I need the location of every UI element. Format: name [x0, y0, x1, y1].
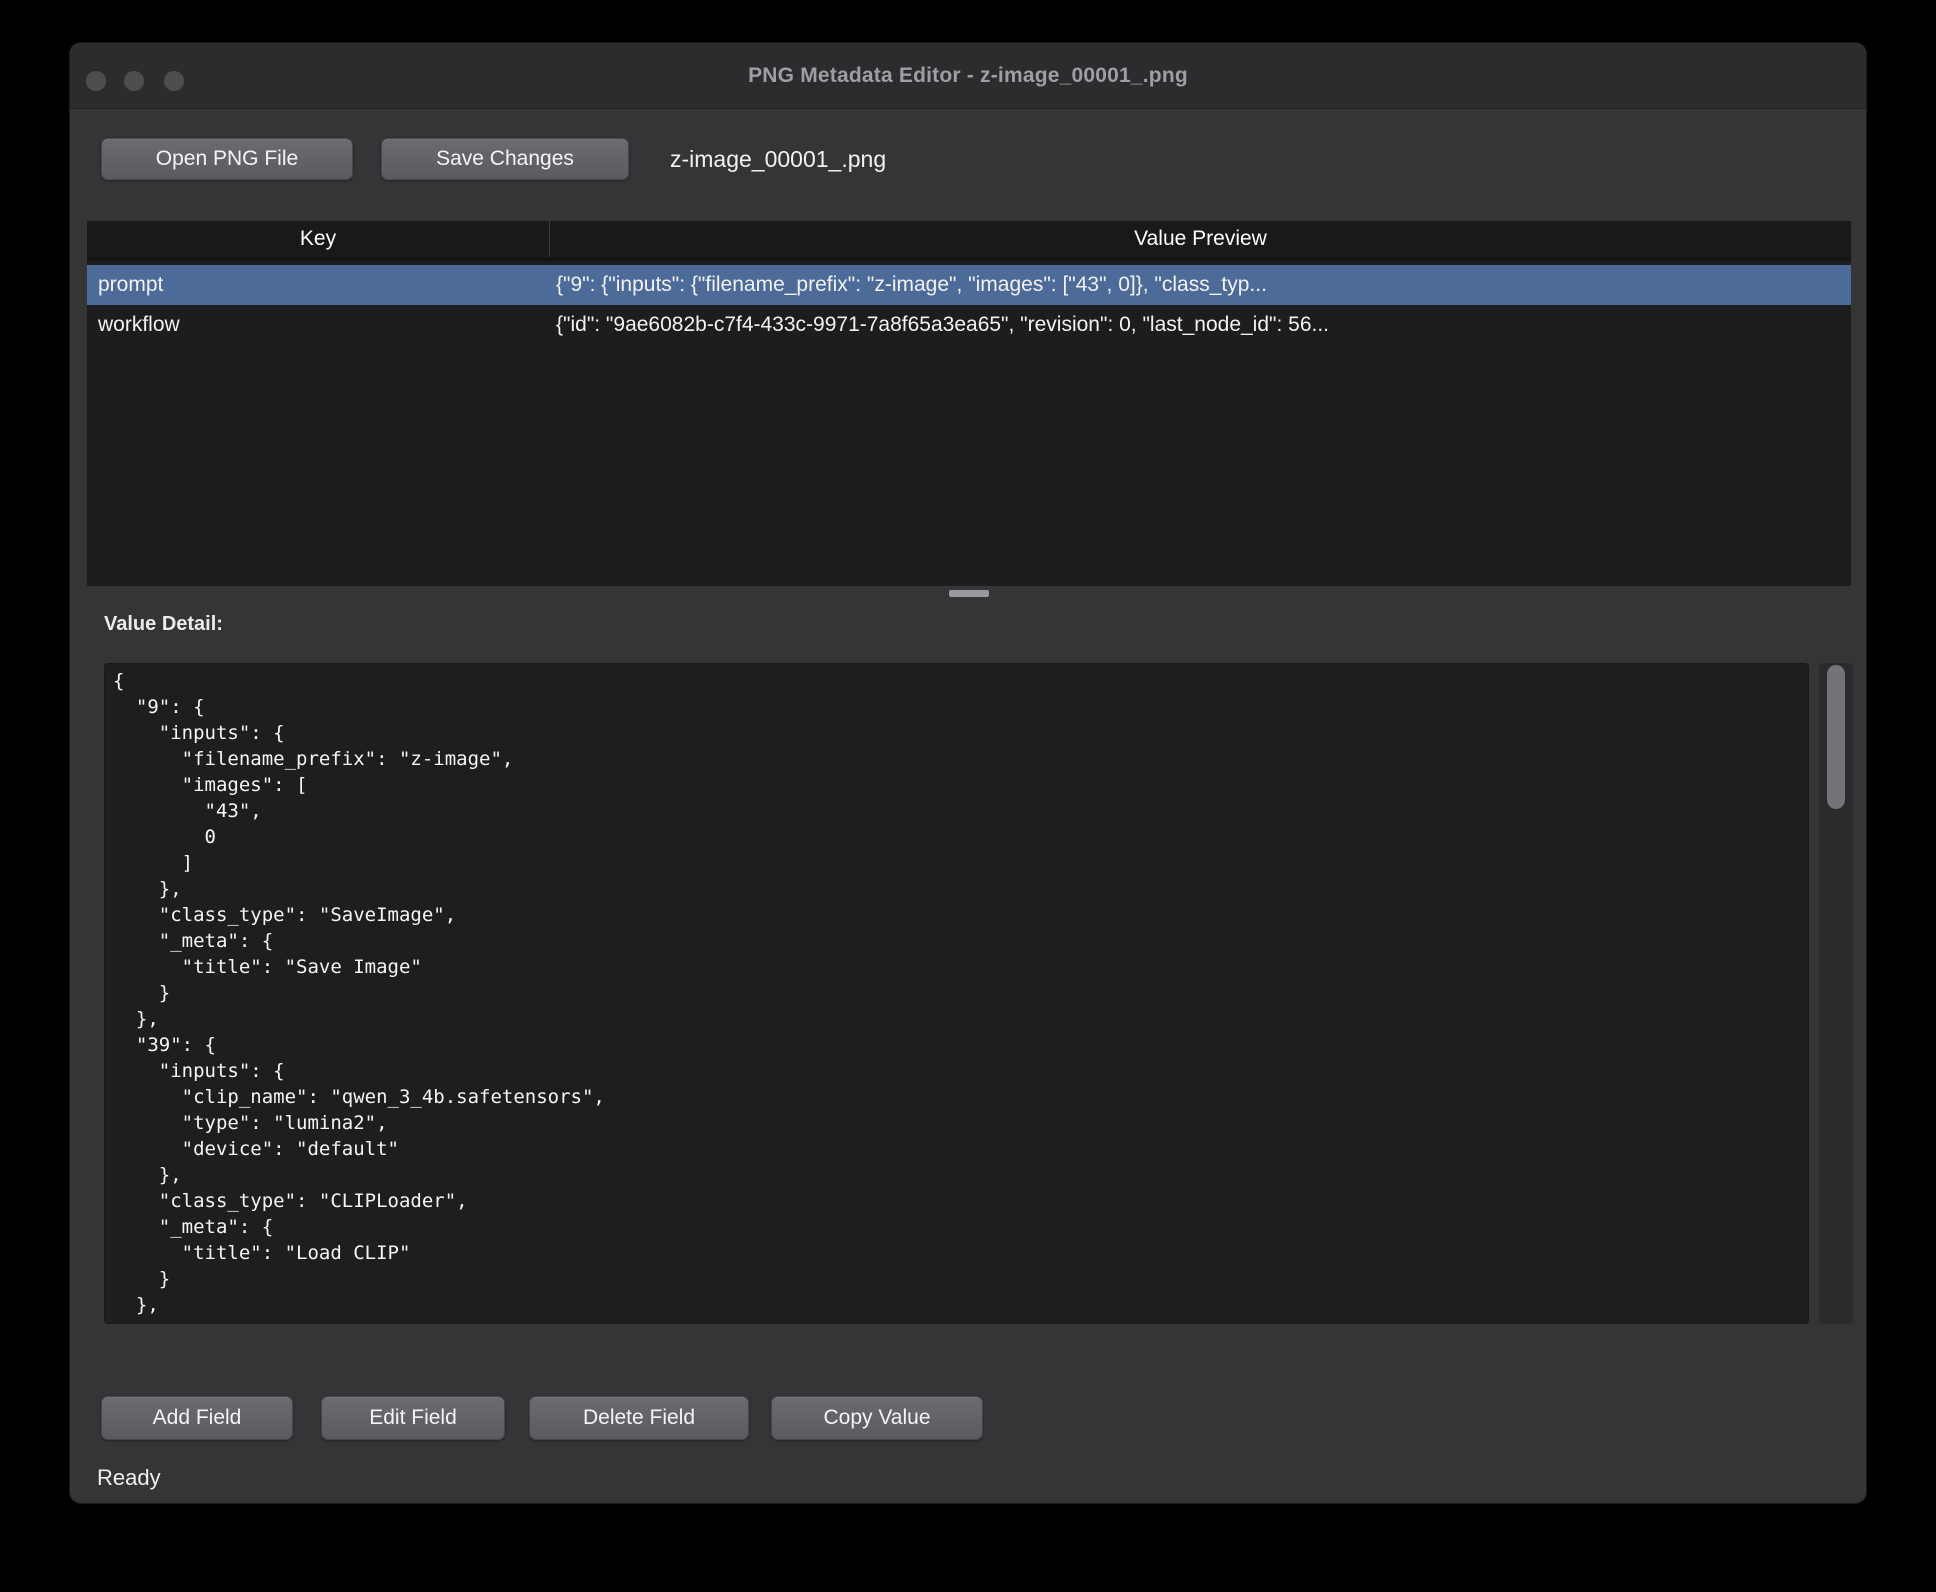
status-text: Ready — [97, 1465, 161, 1491]
delete-field-button[interactable]: Delete Field — [529, 1396, 749, 1440]
copy-value-button[interactable]: Copy Value — [771, 1396, 983, 1440]
detail-scrollbar[interactable] — [1819, 663, 1853, 1324]
row-value-preview-cell: {"id": "9ae6082b-c7f4-433c-9971-7a8f65a3… — [550, 313, 1851, 337]
value-detail-textarea[interactable]: { "9": { "inputs": { "filename_prefix": … — [104, 663, 1809, 1324]
edit-field-button[interactable]: Edit Field — [321, 1396, 505, 1440]
metadata-table-header: Key Value Preview — [87, 221, 1851, 261]
column-header-value-preview[interactable]: Value Preview — [550, 221, 1851, 257]
column-header-key[interactable]: Key — [87, 221, 550, 257]
row-key-cell: prompt — [87, 273, 550, 297]
metadata-table: Key Value Preview prompt {"9": {"inputs"… — [87, 221, 1851, 586]
row-value-preview-cell: {"9": {"inputs": {"filename_prefix": "z-… — [550, 273, 1851, 297]
window-title: PNG Metadata Editor - z-image_00001_.png — [70, 43, 1866, 109]
value-detail-label: Value Detail: — [104, 613, 223, 636]
open-png-file-button[interactable]: Open PNG File — [101, 138, 353, 180]
current-filename-label: z-image_00001_.png — [670, 138, 886, 180]
table-row-workflow[interactable]: workflow {"id": "9ae6082b-c7f4-433c-9971… — [87, 305, 1851, 345]
splitter-drag-handle[interactable] — [949, 590, 989, 597]
save-changes-button[interactable]: Save Changes — [381, 138, 629, 180]
add-field-button[interactable]: Add Field — [101, 1396, 293, 1440]
app-window: PNG Metadata Editor - z-image_00001_.png… — [69, 42, 1867, 1504]
row-key-cell: workflow — [87, 313, 550, 337]
table-row-prompt[interactable]: prompt {"9": {"inputs": {"filename_prefi… — [87, 265, 1851, 305]
detail-scrollbar-thumb[interactable] — [1827, 665, 1845, 809]
title-bar: PNG Metadata Editor - z-image_00001_.png — [70, 43, 1866, 109]
value-detail-json: { "9": { "inputs": { "filename_prefix": … — [105, 664, 1808, 1324]
